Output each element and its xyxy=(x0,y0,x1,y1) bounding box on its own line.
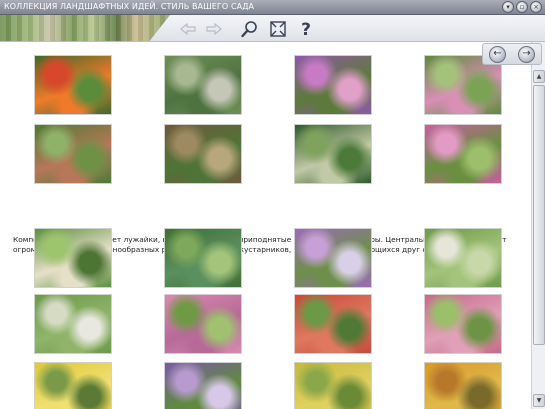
photo-cypress-pond[interactable] xyxy=(294,124,372,184)
photo-box-hedge-parterre[interactable] xyxy=(34,124,112,184)
help-question-icon[interactable]: ? xyxy=(296,19,316,39)
title-bar: КОЛЛЕКЦИЯ ЛАНДШАФТНЫХ ИДЕЙ. СТИЛЬ ВАШЕГО… xyxy=(0,0,545,15)
photo-white-perennials[interactable] xyxy=(424,228,502,288)
photo-pink-astilbe[interactable] xyxy=(164,294,242,354)
photo-garden-pond[interactable] xyxy=(164,55,242,115)
photo-raised-beds[interactable] xyxy=(164,124,242,184)
svg-text:?: ? xyxy=(301,20,311,39)
zoom-magnifier-icon[interactable] xyxy=(240,19,260,39)
photo-amber-shrubs[interactable] xyxy=(424,362,502,409)
scroll-up-button[interactable]: ▲ xyxy=(533,70,545,83)
next-page-button[interactable]: → xyxy=(518,45,535,63)
fullscreen-icon[interactable] xyxy=(268,19,288,39)
photo-grass-path-border[interactable] xyxy=(34,228,112,288)
photo-red-bloom-bed[interactable] xyxy=(294,294,372,354)
window-controls: ▾ ▫ × xyxy=(502,1,542,13)
minimize-button[interactable]: ▾ xyxy=(502,1,514,13)
photo-waterside-planting[interactable] xyxy=(164,228,242,288)
scroll-down-button[interactable]: ▼ xyxy=(533,394,545,407)
photo-pink-asters[interactable] xyxy=(294,55,372,115)
photo-purple-clematis[interactable] xyxy=(164,362,242,409)
prev-page-button[interactable]: ← xyxy=(489,45,506,63)
scroll-thumb[interactable] xyxy=(533,85,545,345)
vertical-scrollbar[interactable]: ▲ ▼ xyxy=(531,42,545,409)
forward-arrow-icon[interactable] xyxy=(204,19,224,39)
photo-red-hot-pokers[interactable] xyxy=(34,55,112,115)
close-button[interactable]: × xyxy=(530,1,542,13)
back-arrow-icon[interactable] xyxy=(178,19,198,39)
photo-yellow-spires[interactable] xyxy=(34,362,112,409)
page-navigation: ← → xyxy=(482,43,542,65)
photo-golden-foliage[interactable] xyxy=(294,362,372,409)
photo-pink-shrub-lawn[interactable] xyxy=(424,294,502,354)
toolbar: ? xyxy=(0,15,545,42)
window-title: КОЛЛЕКЦИЯ ЛАНДШАФТНЫХ ИДЕЙ. СТИЛЬ ВАШЕГО… xyxy=(4,2,255,11)
photo-flower-mixborder[interactable] xyxy=(424,124,502,184)
banner-texture xyxy=(0,15,170,41)
gallery-content: Композиция сада включает лужайки, водоем… xyxy=(0,42,531,409)
restore-button[interactable]: ▫ xyxy=(516,1,528,13)
photo-lawn-walk[interactable] xyxy=(34,294,112,354)
photo-allium-border[interactable] xyxy=(294,228,372,288)
